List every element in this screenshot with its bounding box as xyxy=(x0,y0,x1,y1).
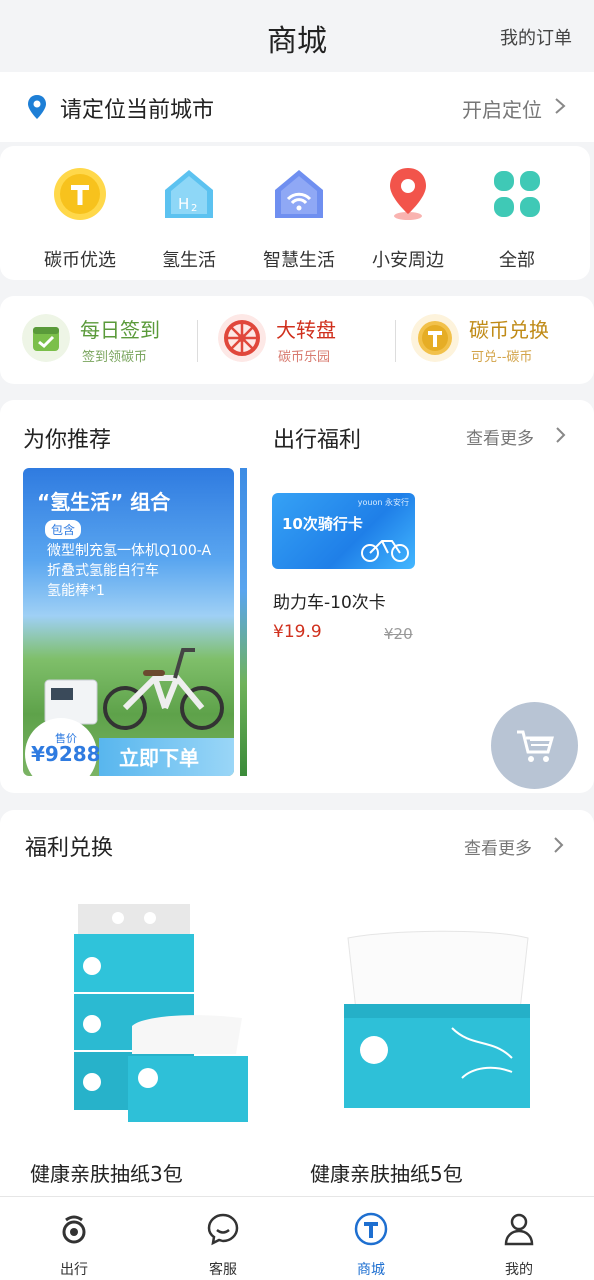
category-all[interactable]: 全部 xyxy=(462,166,572,272)
banner-line: 微型制充氢一体机Q100-A xyxy=(47,543,212,559)
next-banner-peek[interactable] xyxy=(240,468,247,776)
tab-me[interactable]: 我的 xyxy=(474,1211,564,1279)
ride-card-brand: youon 永安行 xyxy=(357,498,409,507)
location-prompt: 请定位当前城市 xyxy=(60,98,215,123)
top-bar: 商城 我的订单 xyxy=(0,0,594,72)
product-card[interactable]: 健康亲肤抽纸3包 xyxy=(22,878,292,1208)
wheel-subtitle: 碳币乐园 xyxy=(278,350,331,365)
bottom-tab-bar: 出行 客服 商城 我的 xyxy=(0,1196,594,1280)
tab-label: 我的 xyxy=(505,1262,533,1278)
category-label: 碳币优选 xyxy=(44,250,116,271)
banner-title: “氢生活” 组合 xyxy=(37,490,171,514)
ride-item-price: ¥19.9 xyxy=(273,622,322,642)
location-pin-icon xyxy=(390,168,426,220)
recommend-title: 为你推荐 xyxy=(23,428,112,453)
banner-price: ¥9288 xyxy=(31,742,101,766)
travel-more-link[interactable]: 查看更多 xyxy=(466,424,534,449)
category-nearby[interactable]: 小安周边 xyxy=(353,166,463,272)
product-name: 健康亲肤抽纸5包 xyxy=(310,1162,463,1186)
category-smart-life[interactable]: 智慧生活 xyxy=(244,166,354,272)
category-label: 小安周边 xyxy=(372,250,444,271)
ride-card-image[interactable]: youon 永安行 10次骑行卡 xyxy=(272,493,415,569)
category-label: 智慧生活 xyxy=(263,250,335,271)
tissue-3pack-image xyxy=(74,904,248,1122)
wheel-game-button[interactable]: 大转盘 碳币乐园 xyxy=(218,314,378,366)
tab-label: 客服 xyxy=(209,1262,237,1278)
chat-icon xyxy=(207,1213,239,1246)
carbon-coin-icon xyxy=(54,168,106,220)
svg-text:2: 2 xyxy=(191,203,197,214)
exchange-subtitle: 可兑--碳币 xyxy=(471,350,533,365)
cart-button[interactable] xyxy=(491,702,578,789)
category-label: 全部 xyxy=(499,250,535,271)
banner-line: 氢能棒*1 xyxy=(47,583,105,599)
location-pin-icon xyxy=(28,95,46,119)
banner-line: 折叠式氢能自行车 xyxy=(47,563,159,579)
svg-text:H: H xyxy=(178,195,189,213)
tab-label: 商城 xyxy=(357,1262,385,1278)
product-name: 健康亲肤抽纸3包 xyxy=(30,1162,183,1186)
welfare-more-link[interactable]: 查看更多 xyxy=(464,834,532,859)
welfare-title: 福利兑换 xyxy=(25,836,114,861)
carbon-coin-icon xyxy=(411,314,459,362)
bicycle-icon xyxy=(361,540,409,562)
category-label: 氢生活 xyxy=(162,250,216,271)
travel-title: 出行福利 xyxy=(273,428,362,453)
tab-mall[interactable]: 商城 xyxy=(326,1211,416,1279)
chevron-right-icon xyxy=(554,837,564,853)
chevron-right-icon xyxy=(555,98,566,114)
grid-all-icon xyxy=(494,171,540,217)
category-carbon-select[interactable]: 碳币优选 xyxy=(25,166,135,272)
location-bar[interactable]: 请定位当前城市 开启定位 xyxy=(0,72,594,142)
product-card[interactable]: 健康亲肤抽纸5包 xyxy=(302,878,572,1208)
mall-icon xyxy=(354,1212,388,1246)
divider xyxy=(395,320,396,362)
my-orders-link[interactable]: 我的订单 xyxy=(500,24,572,50)
ride-original-price: ¥20 xyxy=(384,625,413,643)
exchange-title: 碳币兑换 xyxy=(469,318,549,342)
divider xyxy=(197,320,198,362)
ride-item-name[interactable]: 助力车-10次卡 xyxy=(273,588,386,613)
user-icon xyxy=(504,1213,534,1246)
carbon-exchange-button[interactable]: 碳币兑换 可兑--碳币 xyxy=(411,314,581,366)
spin-wheel-icon xyxy=(218,314,266,362)
checkin-subtitle: 签到领碳币 xyxy=(82,350,148,365)
chevron-right-icon xyxy=(556,427,566,443)
hydrogen-house-icon: H 2 xyxy=(165,170,213,218)
calendar-check-icon xyxy=(22,314,70,362)
category-grid: 碳币优选 H 2 氢生活 智慧生活 小安周边 全部 xyxy=(0,146,590,280)
enable-location-button[interactable]: 开启定位 xyxy=(462,94,542,123)
category-hydrogen-life[interactable]: H 2 氢生活 xyxy=(134,166,244,272)
checkin-title: 每日签到 xyxy=(80,318,160,342)
daily-checkin-button[interactable]: 每日签到 签到领碳币 xyxy=(22,314,182,366)
wifi-house-icon xyxy=(275,170,323,218)
cart-icon xyxy=(517,730,554,762)
welfare-section: 福利兑换 查看更多 健康亲肤抽纸3包 健康亲肤抽纸5包 xyxy=(0,810,594,1210)
hydrogen-combo-banner[interactable]: “氢生活” 组合 包含 微型制充氢一体机Q100-A 折叠式氢能自行车 氢能棒*… xyxy=(23,468,234,776)
tab-ride[interactable]: 出行 xyxy=(29,1211,119,1279)
buy-now-button[interactable]: 立即下单 xyxy=(119,742,199,771)
tab-label: 出行 xyxy=(60,1262,88,1278)
ride-icon xyxy=(62,1215,86,1244)
banner-tag: 包含 xyxy=(45,520,82,539)
tab-service[interactable]: 客服 xyxy=(178,1211,268,1279)
tissue-5pack-image xyxy=(344,930,530,1108)
ride-card-text: 10次骑行卡 xyxy=(282,515,363,533)
wheel-title: 大转盘 xyxy=(276,318,336,342)
action-strip: 每日签到 签到领碳币 大转盘 碳币乐园 碳币兑换 可兑--碳币 xyxy=(0,296,594,384)
